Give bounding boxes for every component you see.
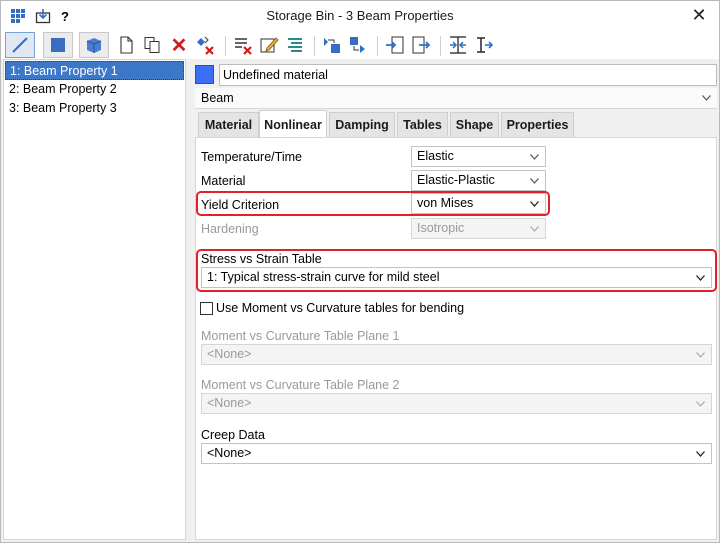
title-bar: ? Storage Bin - 3 Beam Properties ✕: [1, 1, 719, 31]
yield-criterion-value: von Mises: [417, 196, 474, 210]
export-icon[interactable]: [410, 33, 432, 57]
beam-line-icon[interactable]: [5, 32, 35, 58]
plane1-label: Moment vs Curvature Table Plane 1: [201, 329, 400, 343]
delete-unused-icon[interactable]: [195, 33, 217, 57]
use-moment-checkbox[interactable]: [200, 302, 213, 315]
chevron-down-icon: [696, 450, 705, 457]
section-icon[interactable]: [447, 33, 469, 57]
element-type-select[interactable]: Beam: [195, 88, 717, 109]
plane1-select: <None>: [201, 344, 712, 365]
delete-icon[interactable]: ✕: [168, 33, 190, 57]
brick-cube-icon[interactable]: [79, 32, 109, 58]
chevron-down-icon: [530, 177, 539, 184]
creep-data-select[interactable]: <None>: [201, 443, 712, 464]
plane1-value: <None>: [207, 347, 252, 361]
chevron-down-icon: [696, 274, 705, 281]
toolbar: ✕: [1, 31, 719, 59]
property-list: 1: Beam Property 1 2: Beam Property 2 3:…: [3, 59, 186, 540]
element-type-value: Beam: [201, 91, 234, 105]
temperature-time-select[interactable]: Elastic: [411, 146, 546, 167]
chevron-down-icon: [696, 351, 705, 358]
reassign-icon[interactable]: [347, 33, 369, 57]
dialog-window: ? Storage Bin - 3 Beam Properties ✕ ✕ 1:…: [0, 0, 720, 543]
plate-square-icon[interactable]: [43, 32, 73, 58]
beam-section-icon[interactable]: [473, 33, 495, 57]
close-icon[interactable]: ✕: [689, 5, 709, 25]
hardening-label: Hardening: [201, 222, 259, 236]
import-icon[interactable]: [384, 33, 406, 57]
tab-material[interactable]: Material: [198, 112, 259, 137]
tab-damping[interactable]: Damping: [329, 112, 395, 137]
plane2-select: <None>: [201, 393, 712, 414]
material-name-field[interactable]: Undefined material: [219, 64, 717, 86]
tab-nonlinear[interactable]: Nonlinear: [259, 110, 327, 138]
new-document-icon[interactable]: [115, 33, 137, 57]
hardening-select: Isotropic: [411, 218, 546, 239]
hardening-value: Isotropic: [417, 221, 465, 235]
stress-strain-select[interactable]: 1: Typical stress-strain curve for mild …: [201, 267, 712, 288]
plane2-label: Moment vs Curvature Table Plane 2: [201, 378, 400, 392]
yield-criterion-label: Yield Criterion: [201, 198, 280, 212]
yield-criterion-select[interactable]: von Mises: [411, 193, 546, 214]
chevron-down-icon: [530, 225, 539, 232]
list-item[interactable]: 1: Beam Property 1: [5, 61, 184, 80]
material-type-select[interactable]: Elastic-Plastic: [411, 170, 546, 191]
assign-icon[interactable]: [321, 33, 343, 57]
material-label: Material: [201, 174, 246, 188]
chevron-down-icon: [702, 95, 711, 101]
chevron-down-icon: [530, 200, 539, 207]
chevron-down-icon: [530, 153, 539, 160]
tab-tables[interactable]: Tables: [397, 112, 448, 137]
copy-icon[interactable]: [141, 33, 163, 57]
chevron-down-icon: [696, 400, 705, 407]
temperature-time-value: Elastic: [417, 149, 454, 163]
edit-icon[interactable]: [258, 33, 280, 57]
creep-data-label: Creep Data: [201, 428, 265, 442]
list-item[interactable]: 3: Beam Property 3: [5, 99, 184, 118]
use-moment-label[interactable]: Use Moment vs Curvature tables for bendi…: [216, 301, 464, 315]
material-type-value: Elastic-Plastic: [417, 173, 495, 187]
tab-shape[interactable]: Shape: [450, 112, 499, 137]
temperature-time-label: Temperature/Time: [201, 150, 302, 164]
tab-properties[interactable]: Properties: [501, 112, 574, 137]
material-color-swatch[interactable]: [195, 65, 214, 84]
window-title: Storage Bin - 3 Beam Properties: [266, 8, 454, 23]
creep-data-value: <None>: [207, 446, 252, 460]
list-item[interactable]: 2: Beam Property 2: [5, 80, 184, 99]
remove-list-icon[interactable]: [232, 33, 254, 57]
stress-strain-label: Stress vs Strain Table: [201, 252, 322, 266]
plane2-value: <None>: [207, 396, 252, 410]
stress-strain-value: 1: Typical stress-strain curve for mild …: [207, 270, 440, 284]
list-icon[interactable]: [284, 33, 306, 57]
